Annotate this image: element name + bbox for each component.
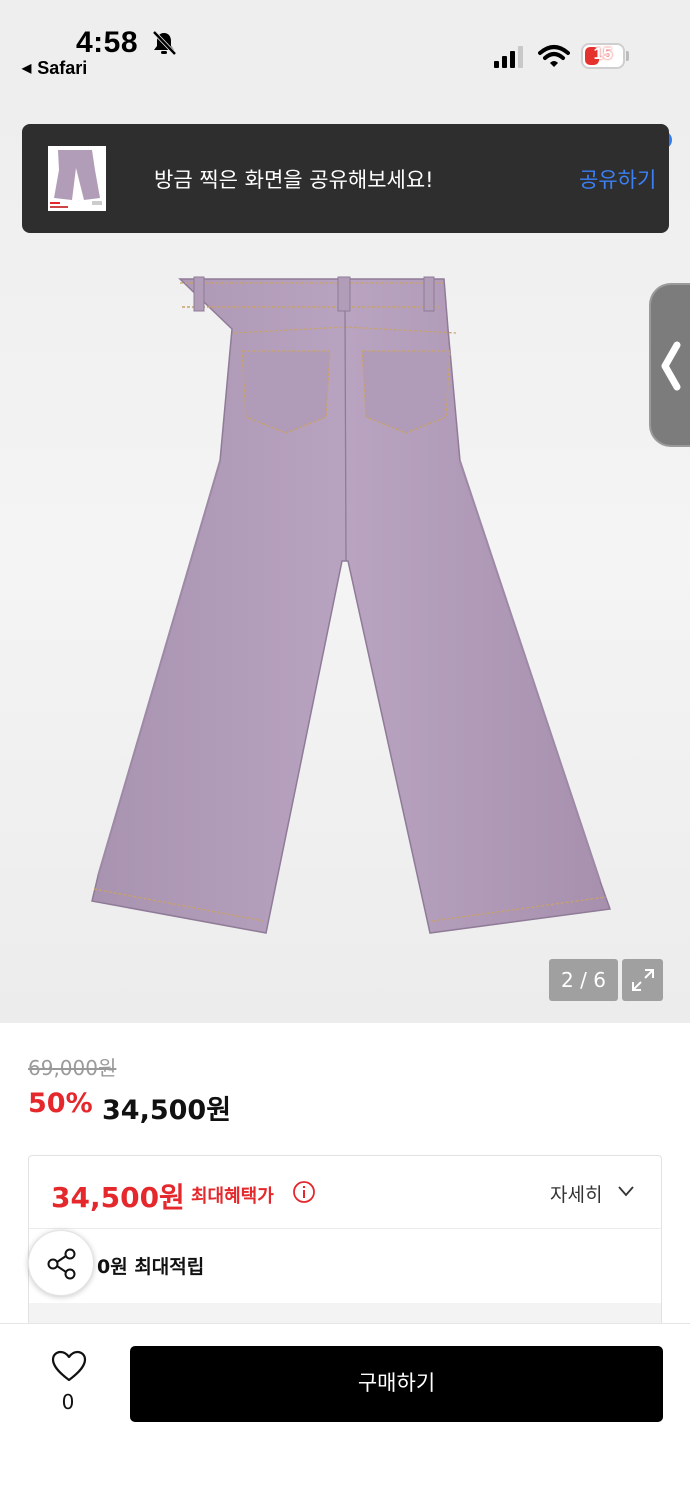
original-price: 69,000원 — [28, 1056, 117, 1080]
toast-share-button[interactable]: 공유하기 — [579, 164, 656, 194]
side-panel-handle[interactable] — [649, 283, 690, 447]
heart-icon[interactable] — [51, 1350, 87, 1382]
info-icon[interactable] — [292, 1180, 316, 1204]
expand-image-button[interactable] — [622, 959, 663, 1001]
max-points-text: 0원 최대적립 — [97, 1256, 205, 1278]
share-button[interactable] — [28, 1230, 94, 1296]
expand-icon — [632, 969, 654, 991]
toast-thumbnail — [48, 146, 106, 211]
share-icon — [47, 1248, 76, 1280]
back-triangle-icon: ◀ — [22, 61, 32, 75]
signal-icon — [494, 46, 523, 68]
benefit-divider — [29, 1228, 661, 1229]
buy-button[interactable]: 구매하기 — [130, 1346, 663, 1422]
benefit-detail-toggle[interactable]: 자세히 — [550, 1180, 602, 1207]
battery-level: 15 — [593, 44, 613, 63]
status-bar: 4:58 ◀ Safari 15 — [0, 0, 690, 95]
benefit-box: 34,500원 최대혜택가 자세히 0원 최대적립 — [28, 1155, 662, 1335]
bell-slash-icon — [152, 30, 177, 56]
status-time: 4:58 — [76, 26, 139, 59]
like-count: 0 — [61, 1390, 75, 1414]
back-app-label: Safari — [37, 58, 88, 78]
toast-message: 방금 찍은 화면을 공유해보세요! — [154, 168, 434, 192]
product-image-pants — [91, 276, 612, 934]
product-image-gallery[interactable]: 2 / 6 — [0, 95, 690, 1023]
max-benefit-label: 최대혜택가 — [191, 1186, 274, 1207]
bottom-action-bar: 0 구매하기 — [0, 1323, 690, 1500]
max-benefit-price: 34,500원 — [51, 1181, 185, 1214]
chevron-left-icon — [661, 341, 681, 391]
battery-icon: 15 — [581, 43, 629, 69]
gallery-pager: 2 / 6 — [549, 959, 618, 1001]
screenshot-share-toast[interactable]: 방금 찍은 화면을 공유해보세요! 공유하기 — [22, 124, 669, 233]
wifi-icon — [538, 45, 570, 67]
discount-rate: 50% — [28, 1088, 93, 1119]
back-to-safari[interactable]: ◀ Safari — [22, 58, 87, 79]
chevron-down-icon[interactable] — [617, 1184, 635, 1198]
sale-price: 34,500원 — [102, 1095, 232, 1126]
